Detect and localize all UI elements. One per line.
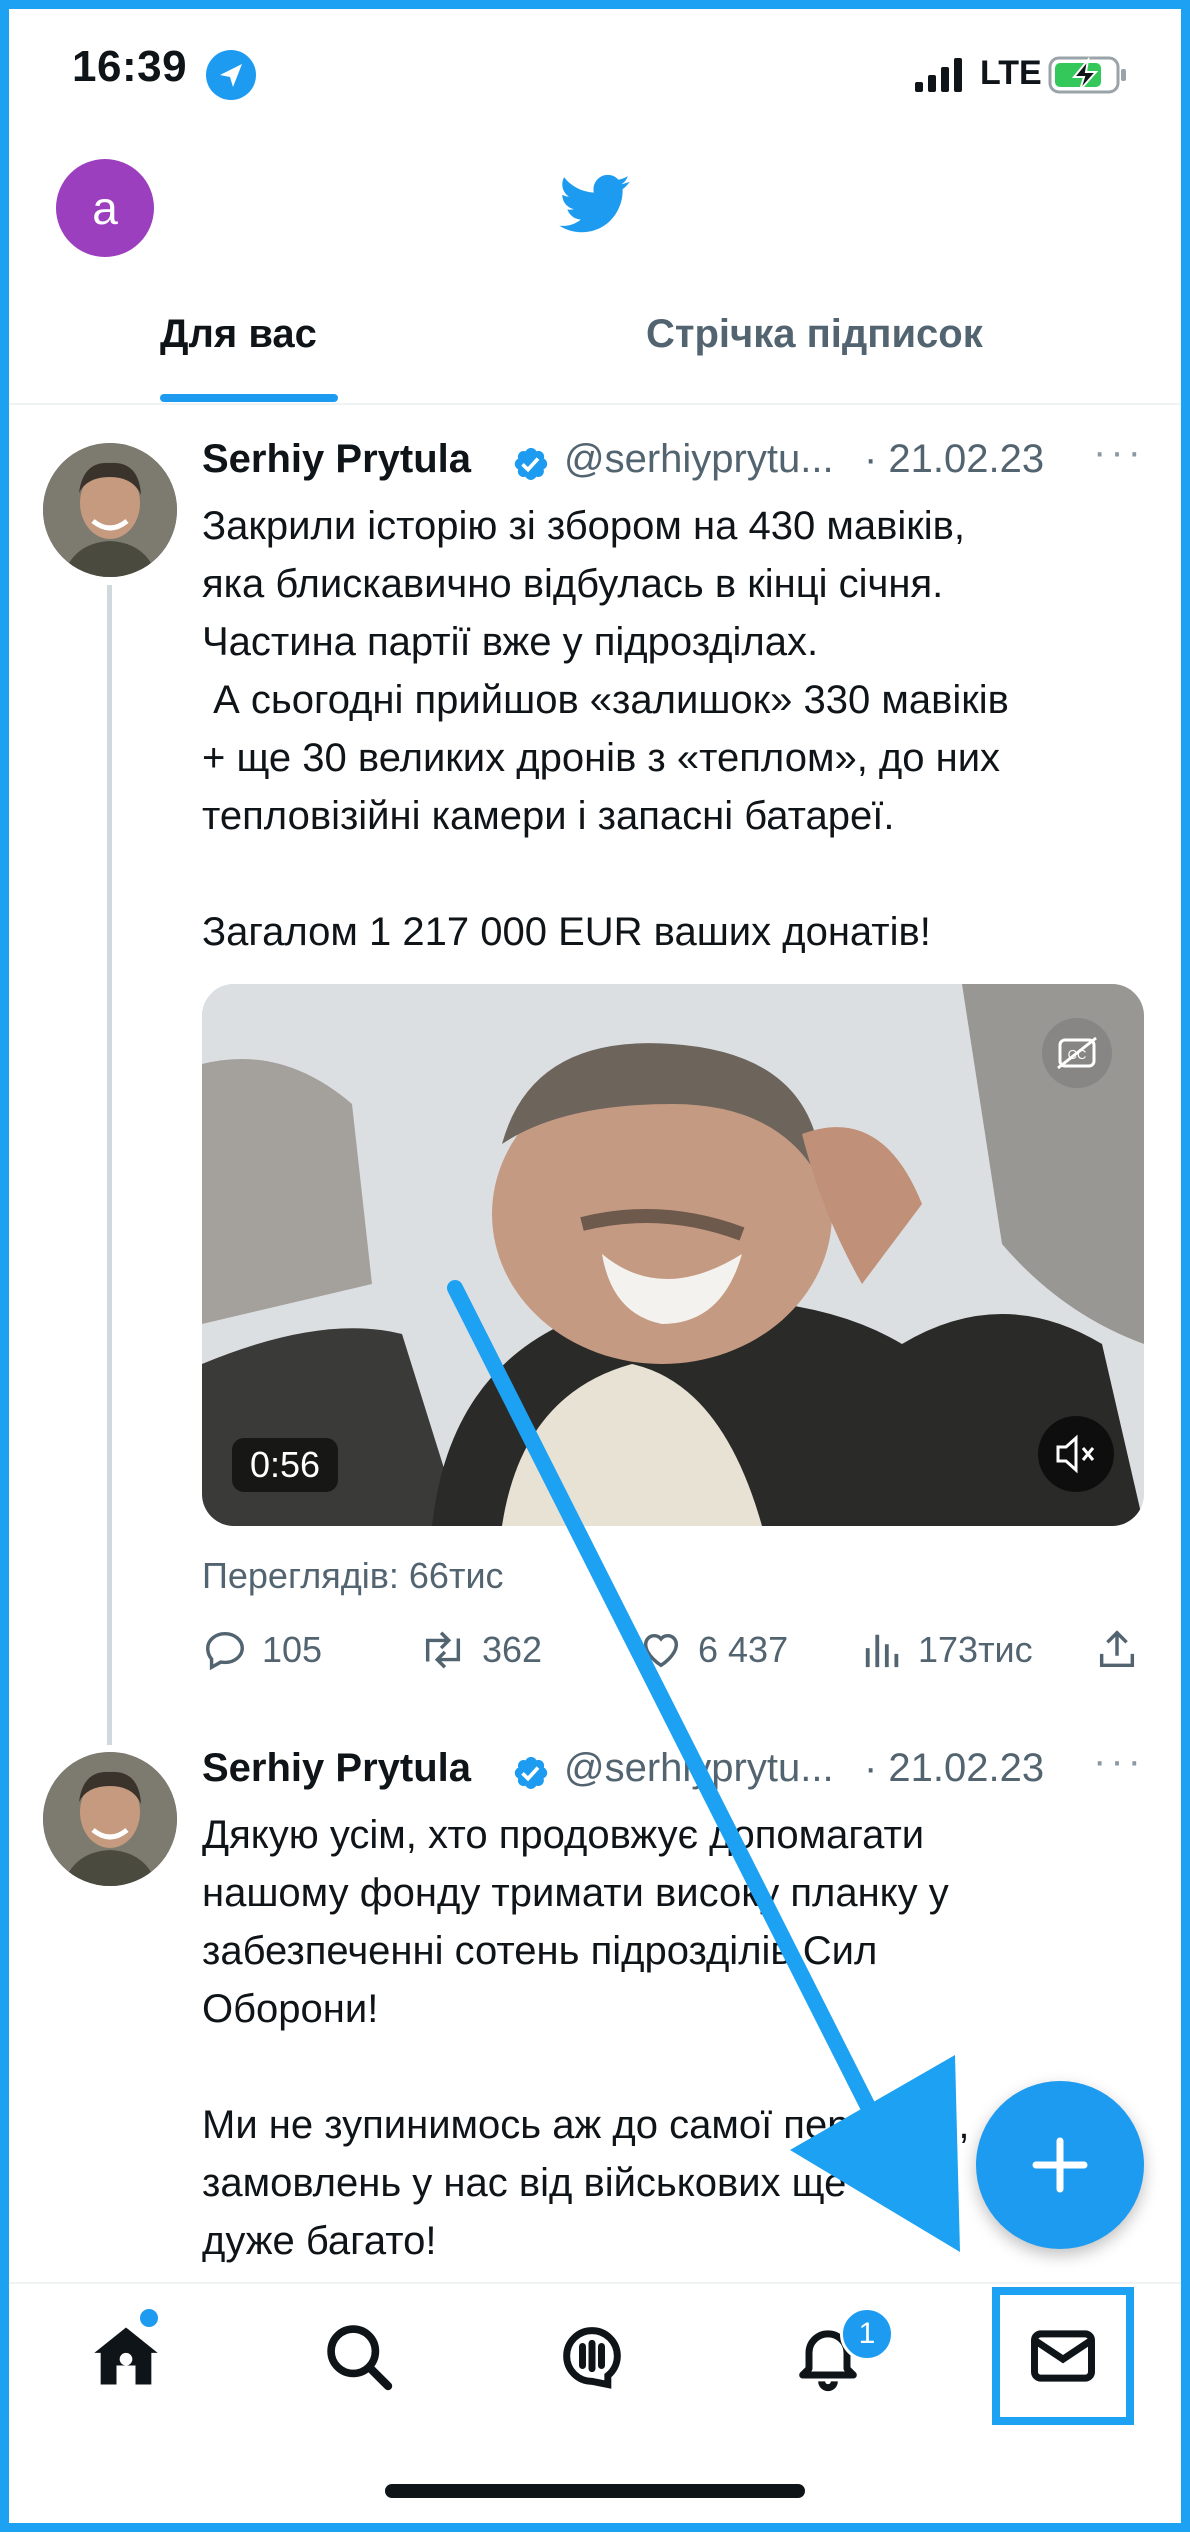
tab-following[interactable]: Стрічка підписок (646, 312, 983, 357)
home-icon[interactable] (88, 2318, 164, 2394)
author-avatar[interactable] (43, 443, 177, 577)
author-avatar[interactable] (43, 1752, 177, 1886)
like-button[interactable]: 6 437 (638, 1626, 788, 1674)
home-indicator (385, 2484, 805, 2498)
share-button[interactable] (1094, 1626, 1140, 1674)
retweet-icon (425, 1631, 461, 1669)
captions-icon[interactable]: CC (1042, 1018, 1112, 1088)
author-handle[interactable]: @serhiyprytu... (564, 437, 834, 482)
author-handle[interactable]: @serhiyprytu... (564, 1746, 834, 1791)
spaces-icon[interactable] (554, 2318, 630, 2394)
status-time: 16:39 (72, 42, 188, 91)
thread-line (107, 585, 112, 1745)
reply-count: 105 (262, 1629, 323, 1670)
view-count: Переглядів: 66тис (202, 1555, 504, 1596)
reply-icon (206, 1631, 244, 1671)
signal-icon (915, 58, 962, 92)
analytics-button[interactable]: 173тис (862, 1626, 1033, 1674)
more-options-icon[interactable]: ··· (1093, 430, 1145, 475)
tabs-divider (0, 403, 1190, 405)
messages-highlight-box (992, 2287, 1134, 2425)
retweet-button[interactable]: 362 (418, 1626, 542, 1674)
heart-icon (643, 1633, 679, 1668)
tweet-text: Закрили історію зі збором на 430 мавіків… (202, 504, 1009, 954)
tweet-date: · 21.02.23 (864, 437, 1045, 481)
tab-for-you[interactable]: Для вас (160, 312, 317, 357)
like-count: 6 437 (698, 1629, 789, 1670)
twitter-bird-icon[interactable] (553, 168, 637, 240)
share-icon (1099, 1630, 1135, 1668)
retweet-count: 362 (482, 1629, 543, 1670)
reply-button[interactable]: 105 (202, 1626, 322, 1674)
analytics-icon (865, 1634, 899, 1668)
impressions-count: 173тис (918, 1629, 1033, 1670)
video-frame-image (202, 984, 1144, 1526)
tweet-date: · 21.02.23 (864, 1746, 1045, 1790)
compose-tweet-button[interactable] (976, 2081, 1144, 2249)
notifications-badge: 1 (840, 2307, 894, 2361)
more-options-icon[interactable]: ··· (1093, 1739, 1145, 1784)
verified-badge-icon (514, 448, 548, 480)
new-content-dot (140, 2309, 158, 2327)
search-icon[interactable] (320, 2318, 396, 2394)
plus-icon (1032, 2137, 1088, 2193)
profile-avatar[interactable]: a (56, 159, 154, 257)
author-name[interactable]: Serhiy Prytula (202, 1746, 471, 1791)
battery-charging-icon (1048, 56, 1126, 94)
network-type: LTE (980, 54, 1042, 92)
verified-badge-icon (514, 1757, 548, 1789)
tweet-video[interactable]: CC 0:56 (202, 984, 1144, 1526)
video-duration: 0:56 (232, 1438, 339, 1492)
location-arrow-icon (206, 50, 256, 100)
mute-icon[interactable] (1038, 1416, 1114, 1492)
author-name[interactable]: Serhiy Prytula (202, 437, 471, 482)
tab-selected-indicator (160, 394, 338, 402)
